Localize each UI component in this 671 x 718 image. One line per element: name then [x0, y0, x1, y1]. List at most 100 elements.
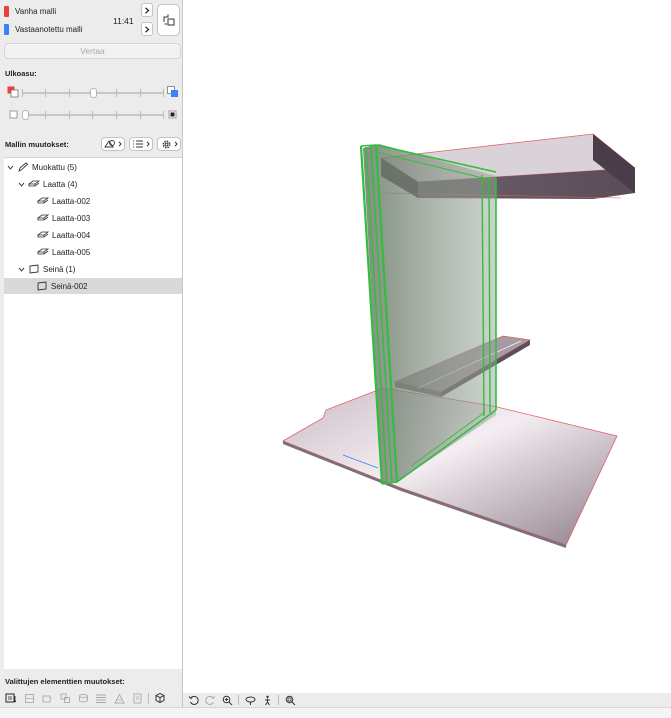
slider-tick [116, 111, 117, 119]
show-3d-button[interactable] [153, 692, 167, 704]
orbit-button[interactable] [244, 694, 256, 706]
appearance-label: Ulkoasu: [5, 69, 37, 78]
slider-tick [45, 89, 46, 97]
slider-tick [45, 111, 46, 119]
slab-icon [28, 180, 40, 187]
element-list-button[interactable] [4, 692, 18, 704]
slider-tick [140, 89, 141, 97]
document-change-button[interactable] [130, 692, 144, 704]
old-model-select-button[interactable] [141, 3, 153, 17]
material-change-button[interactable] [76, 692, 90, 704]
old-model-color-swatch [4, 5, 9, 17]
tree-item-slab[interactable]: Laatta-003 [4, 210, 182, 226]
compare-panel: Vanha malli Vastaanotettu malli 11:41 Ve… [0, 0, 183, 718]
chevron-right-icon [146, 141, 150, 147]
tree-item-wall-group[interactable]: Seinä (1) [4, 261, 182, 277]
slider-tick [116, 89, 117, 97]
3d-viewport[interactable] [183, 0, 671, 693]
zoom-fit-button[interactable] [284, 694, 296, 706]
undo-icon [188, 695, 199, 705]
properties-change-button[interactable] [94, 692, 108, 704]
list-options-button[interactable] [129, 137, 153, 151]
slider-tick [163, 111, 164, 119]
properties-icon [96, 694, 106, 703]
cube-icon [155, 692, 165, 704]
compare-button[interactable]: Vertaa [4, 43, 181, 59]
toolbar-divider [238, 695, 239, 705]
redo-icon [204, 695, 215, 705]
filter-menu-button[interactable] [101, 137, 125, 151]
classification-icon [113, 693, 125, 703]
undo-view-button[interactable] [187, 694, 199, 706]
chevron-down-icon[interactable] [17, 180, 26, 189]
slider-thumb[interactable] [22, 110, 29, 120]
chevron-down-icon[interactable] [6, 163, 15, 172]
geometry-change-button[interactable] [22, 692, 36, 704]
geometry-icon [24, 693, 34, 703]
pencil-icon [18, 162, 29, 172]
layers-icon [60, 693, 70, 703]
slider-tick [140, 111, 141, 119]
position-change-button[interactable] [40, 692, 54, 704]
chevron-down-icon[interactable] [17, 265, 26, 274]
tree-item-slab[interactable]: Laatta-005 [4, 244, 182, 260]
model-changes-label: Mallin muutokset: [5, 140, 69, 149]
chevron-right-icon [145, 6, 150, 14]
tree-item-slab-group[interactable]: Laatta (4) [4, 176, 182, 192]
received-model-row: Vastaanotettu malli [4, 22, 82, 36]
redo-view-button[interactable] [204, 694, 216, 706]
received-model-color-swatch [4, 23, 9, 35]
toolbar-divider [148, 692, 149, 704]
slab-icon [37, 248, 49, 255]
settings-button[interactable] [157, 137, 181, 151]
tree-item-label: Laatta (4) [43, 179, 78, 189]
tree-item-wall-selected[interactable]: Seinä-002 [4, 278, 182, 294]
gear-icon [161, 139, 171, 149]
transparent-icon [9, 110, 18, 119]
zoom-in-button[interactable] [221, 694, 233, 706]
zoom-in-icon [222, 695, 232, 705]
tree-item-label: Seinä-002 [51, 281, 88, 291]
transparency-slider[interactable] [22, 110, 164, 120]
new-color-icon [167, 86, 178, 97]
classification-change-button[interactable] [112, 692, 126, 704]
received-model-label: Vastaanotettu malli [15, 24, 83, 34]
old-model-label: Vanha malli [15, 6, 57, 16]
layer-change-button[interactable] [58, 692, 72, 704]
wall-icon [29, 264, 39, 274]
list-icon [133, 140, 143, 148]
swap-models-icon [163, 14, 174, 26]
model-timestamp: 11:41 [113, 16, 134, 26]
received-model-select-button[interactable] [141, 22, 153, 36]
toolbar-divider [278, 695, 279, 705]
tree-item-label: Laatta-002 [52, 196, 91, 206]
color-blend-slider[interactable] [22, 88, 164, 98]
changes-tree[interactable]: Muokattu (5) Laatta (4) Laatta-002 Laatt… [4, 157, 182, 669]
swap-models-button[interactable] [157, 4, 180, 36]
3d-model-view[interactable] [183, 0, 671, 693]
tree-item-label: Laatta-003 [52, 213, 91, 223]
tree-item-modified[interactable]: Muokattu (5) [4, 159, 182, 175]
view-toolbar [183, 693, 671, 707]
tree-item-slab[interactable]: Laatta-002 [4, 193, 182, 209]
walk-button[interactable] [261, 694, 273, 706]
filter-shapes-icon [104, 140, 115, 148]
orbit-icon [245, 696, 255, 705]
tree-item-label: Laatta-004 [52, 230, 91, 240]
tree-item-label: Muokattu (5) [32, 162, 77, 172]
app-window: Vanha malli Vastaanotettu malli 11:41 Ve… [0, 0, 671, 718]
tree-item-label: Seinä (1) [43, 264, 76, 274]
opaque-icon [168, 110, 177, 119]
slider-tick [22, 89, 23, 97]
slider-thumb[interactable] [89, 88, 97, 98]
chevron-right-icon [145, 25, 150, 33]
slab-icon [37, 214, 49, 221]
wall-icon [37, 281, 47, 291]
old-model-row: Vanha malli [4, 4, 56, 18]
walk-icon [264, 695, 270, 705]
element-list-icon [5, 693, 16, 702]
slider-tick [92, 111, 93, 119]
position-icon [42, 695, 52, 702]
tree-item-slab[interactable]: Laatta-004 [4, 227, 182, 243]
slider-tick [69, 111, 70, 119]
